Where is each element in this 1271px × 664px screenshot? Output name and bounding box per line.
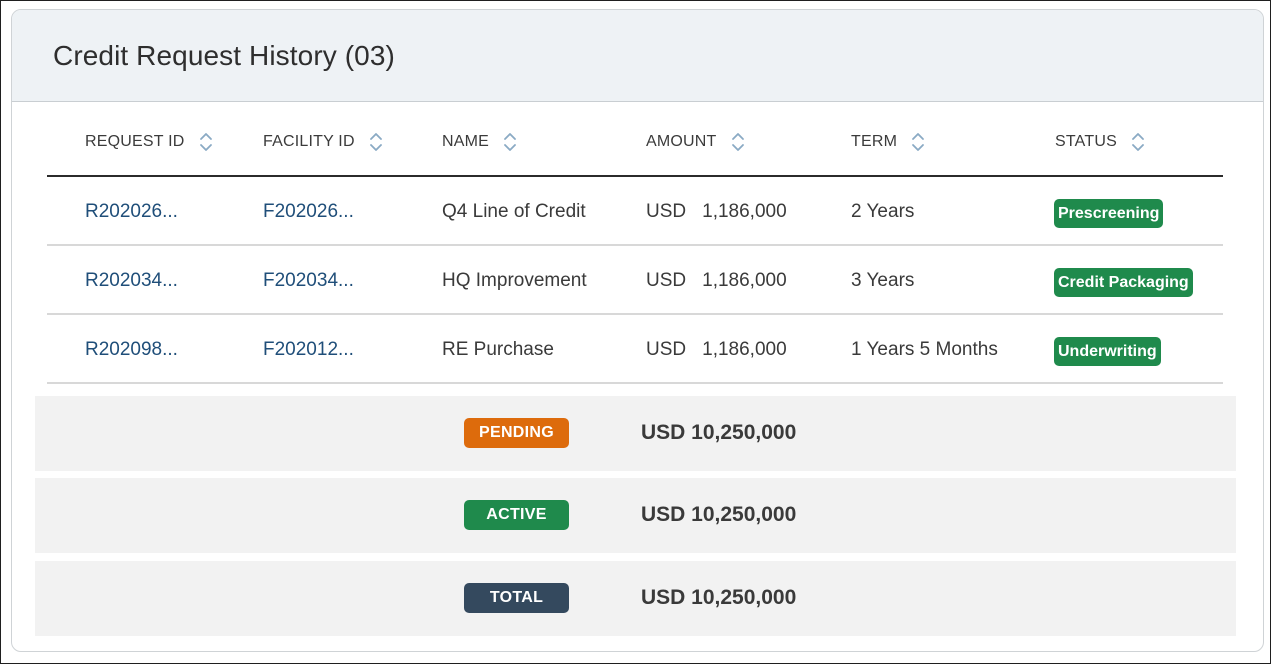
table-header: REQUEST ID FACILITY ID NAME AMOUNT TERM …	[47, 122, 1223, 177]
column-label: AMOUNT	[646, 133, 717, 150]
request-name: HQ Improvement	[442, 270, 587, 291]
grand-total-value: USD 10,250,000	[641, 586, 797, 609]
amount-cell: USD 1,186,000	[646, 339, 787, 361]
request-id-link[interactable]: R202098...	[85, 339, 178, 361]
column-header-request-id[interactable]: REQUEST ID	[85, 131, 213, 153]
facility-id-link[interactable]: F202026...	[263, 201, 354, 223]
pending-total-value: USD 10,250,000	[641, 421, 797, 444]
amount-cell: USD 1,186,000	[646, 270, 787, 292]
table-row[interactable]: R202034... F202034... HQ Improvement USD…	[47, 246, 1223, 315]
summary-row-active: ACTIVE USD 10,250,000	[35, 478, 1236, 553]
sort-up-down-icon[interactable]	[911, 131, 925, 153]
column-header-facility-id[interactable]: FACILITY ID	[263, 131, 383, 153]
table-row[interactable]: R202098... F202012... RE Purchase USD 1,…	[47, 315, 1223, 384]
card-header: Credit Request History (03)	[12, 10, 1263, 102]
page-title: Credit Request History (03)	[53, 40, 395, 71]
table-row[interactable]: R202026... F202026... Q4 Line of Credit …	[47, 177, 1223, 246]
status-badge: Credit Packaging	[1054, 268, 1193, 297]
column-header-term[interactable]: TERM	[851, 131, 925, 153]
summary-row-total: TOTAL USD 10,250,000	[35, 561, 1236, 636]
term-value: 2 Years	[851, 201, 915, 222]
status-badge: Underwriting	[1054, 337, 1161, 366]
amount-value: 1,186,000	[702, 201, 787, 222]
amount-value: 1,186,000	[702, 270, 787, 291]
credit-history-card: Credit Request History (03) REQUEST ID F…	[11, 9, 1264, 652]
column-label: STATUS	[1055, 133, 1117, 150]
term-value: 3 Years	[851, 270, 915, 291]
sort-up-down-icon[interactable]	[199, 131, 213, 153]
status-badge: Prescreening	[1054, 199, 1164, 228]
amount-cell: USD 1,186,000	[646, 201, 787, 223]
summary-row-pending: PENDING USD 10,250,000	[35, 396, 1236, 471]
active-total-value: USD 10,250,000	[641, 503, 797, 526]
request-id-link[interactable]: R202034...	[85, 270, 178, 292]
sort-up-down-icon[interactable]	[503, 131, 517, 153]
column-header-amount[interactable]: AMOUNT	[646, 131, 745, 153]
currency-code: USD	[646, 201, 687, 222]
term-value: 1 Years 5 Months	[851, 339, 998, 360]
column-header-name[interactable]: NAME	[442, 131, 517, 153]
amount-value: 1,186,000	[702, 339, 787, 360]
pending-badge: PENDING	[464, 418, 569, 448]
column-label: REQUEST ID	[85, 133, 185, 150]
column-label: NAME	[442, 133, 490, 150]
facility-id-link[interactable]: F202012...	[263, 339, 354, 361]
request-name: Q4 Line of Credit	[442, 201, 586, 222]
request-id-link[interactable]: R202026...	[85, 201, 178, 223]
facility-id-link[interactable]: F202034...	[263, 270, 354, 292]
sort-up-down-icon[interactable]	[369, 131, 383, 153]
currency-code: USD	[646, 270, 687, 291]
sort-up-down-icon[interactable]	[731, 131, 745, 153]
column-label: TERM	[851, 133, 898, 150]
column-label: FACILITY ID	[263, 133, 355, 150]
total-badge: TOTAL	[464, 583, 569, 613]
column-header-status[interactable]: STATUS	[1055, 131, 1145, 153]
active-badge: ACTIVE	[464, 500, 569, 530]
request-name: RE Purchase	[442, 339, 554, 360]
currency-code: USD	[646, 339, 687, 360]
sort-up-down-icon[interactable]	[1131, 131, 1145, 153]
window-frame: Credit Request History (03) REQUEST ID F…	[0, 0, 1271, 664]
